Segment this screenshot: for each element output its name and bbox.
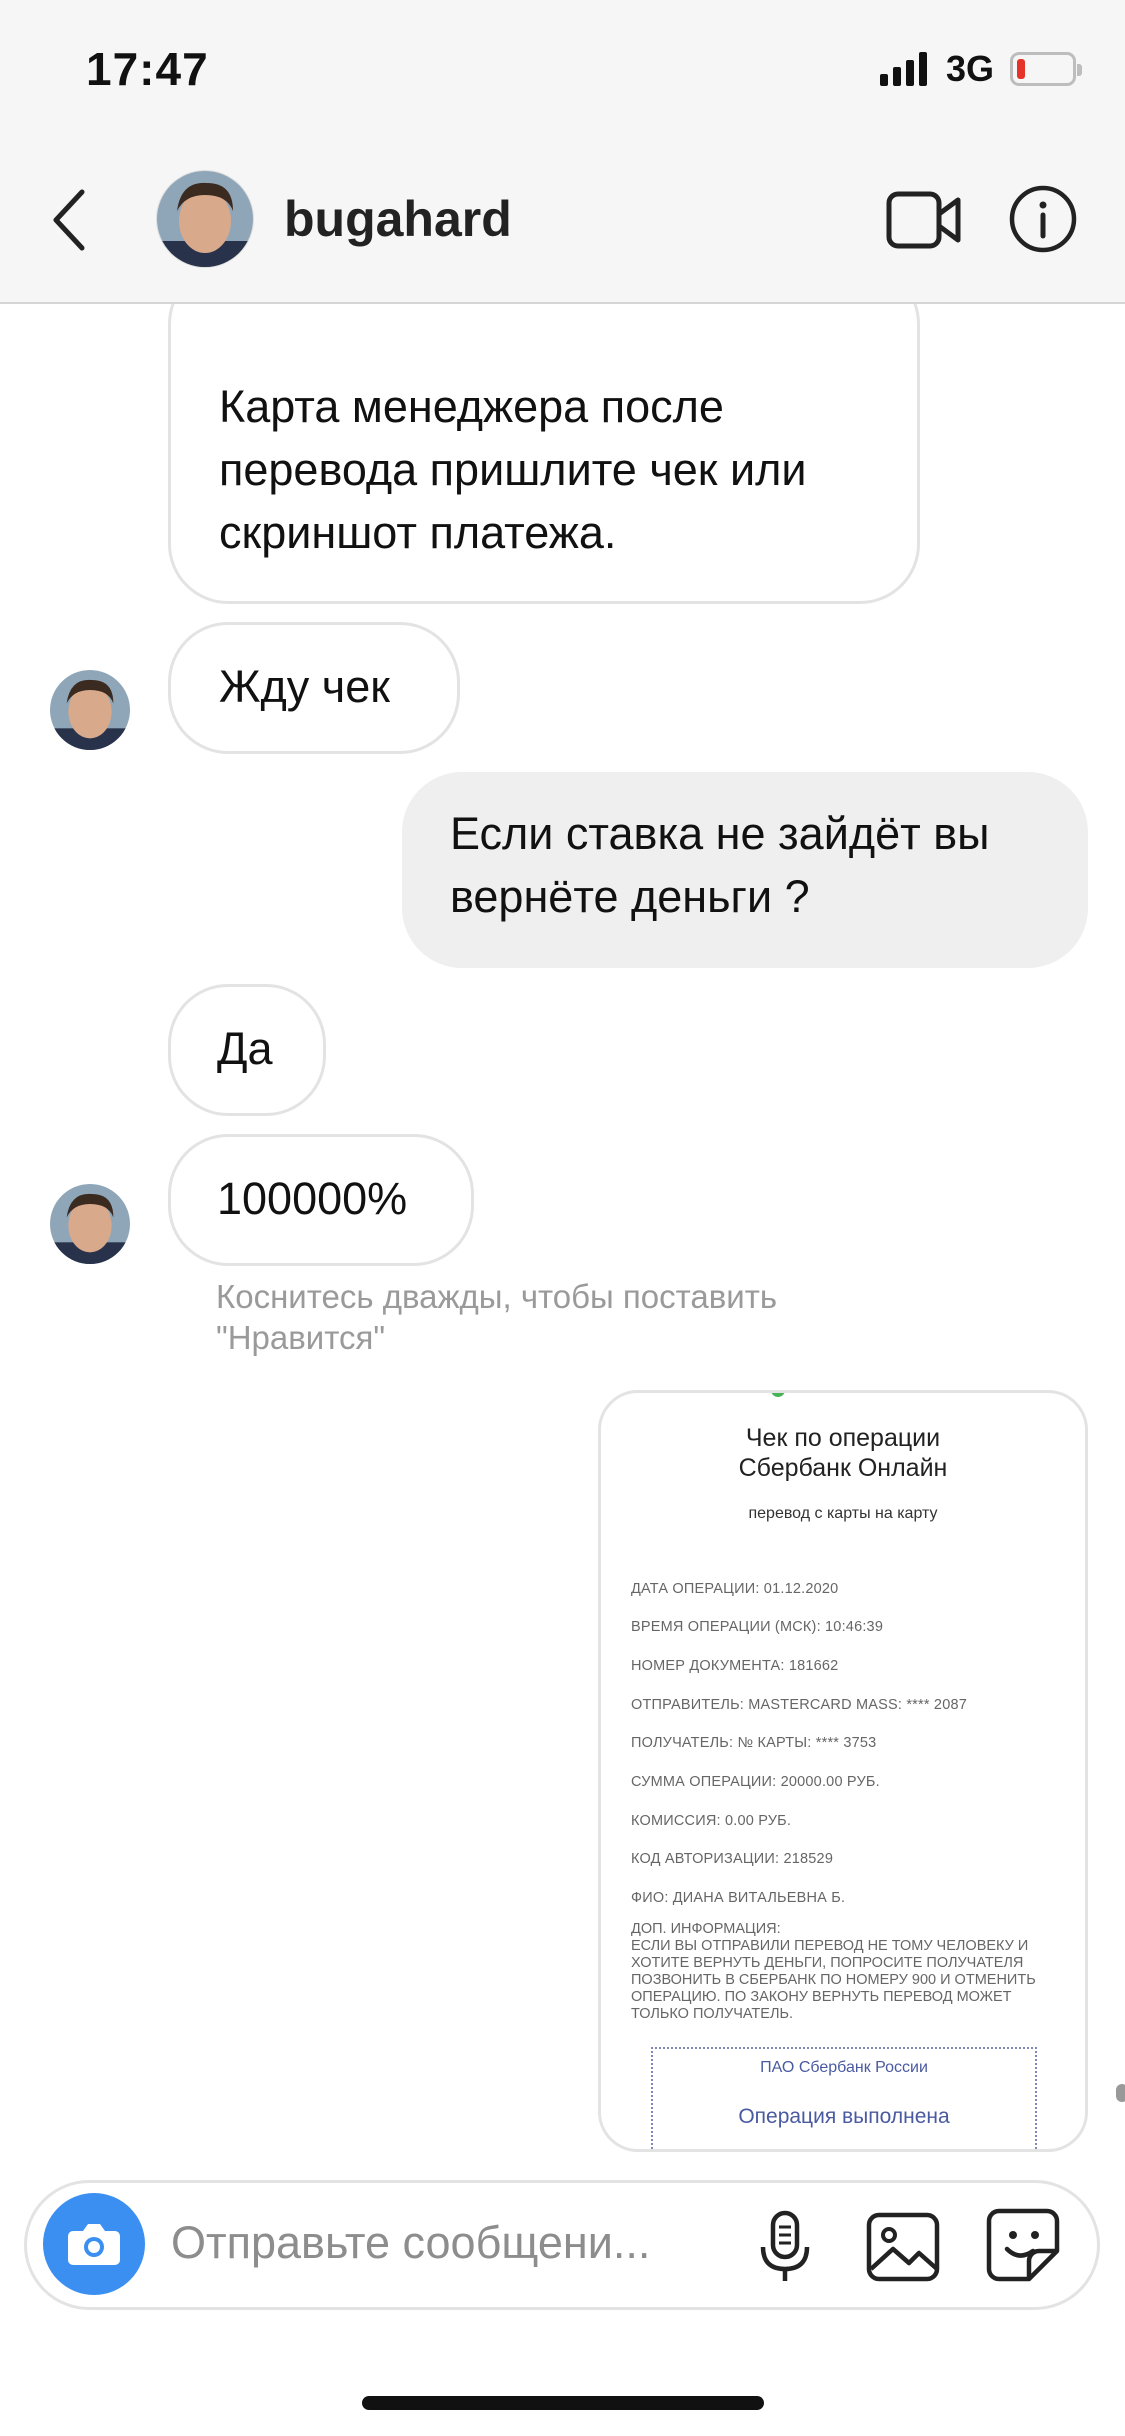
camera-icon	[68, 2224, 120, 2265]
message-bubble[interactable]: Карта менеджера после перевода пришлите …	[168, 304, 920, 604]
video-call-button[interactable]	[886, 188, 962, 252]
receipt-bank: ПАО Сбербанк России	[760, 2059, 928, 2076]
avatar[interactable]	[156, 170, 254, 268]
gallery-button[interactable]	[865, 2211, 941, 2283]
home-indicator[interactable]	[362, 2396, 764, 2410]
receipt-line: ДАТА ОПЕРАЦИИ: 01.12.2020	[631, 1581, 839, 1597]
top-bar: 17:47 3G bugahard	[0, 0, 1125, 304]
receipt-line: НОМЕР ДОКУМЕНТА: 181662	[631, 1658, 839, 1674]
receipt-status: Операция выполнена	[738, 2105, 950, 2128]
avatar-image	[157, 171, 253, 267]
avatar[interactable]	[50, 1184, 130, 1264]
receipt-note: ДОП. ИНФОРМАЦИЯ: ЕСЛИ ВЫ ОТПРАВИЛИ ПЕРЕВ…	[631, 1921, 1036, 2022]
network-type: 3G	[946, 48, 995, 89]
battery-icon	[1010, 52, 1082, 86]
sticker-button[interactable]	[985, 2207, 1061, 2283]
receipt-subtitle: перевод с карты на карту	[748, 1505, 938, 1522]
receipt-line: ВРЕМЯ ОПЕРАЦИИ (МСК): 10:46:39	[631, 1619, 884, 1635]
receipt-line: СУММА ОПЕРАЦИИ: 20000.00 РУБ.	[631, 1774, 880, 1790]
message-bubble[interactable]: Жду чек	[168, 622, 460, 754]
receipt-line: ОТПРАВИТЕЛЬ: MASTERCARD MASS: **** 2087	[631, 1697, 967, 1713]
message-bubble-outgoing[interactable]: Если ставка не зайдёт вы вернёте деньги …	[402, 772, 1088, 968]
message-bubble[interactable]: 100000%	[168, 1134, 474, 1266]
receipt-line: ПОЛУЧАТЕЛЬ: № КАРТЫ: **** 3753	[631, 1735, 877, 1751]
status-time: 17:47	[86, 43, 209, 95]
chevron-left-icon	[53, 189, 85, 251]
back-button[interactable]	[44, 180, 104, 260]
voice-message-button[interactable]	[755, 2207, 815, 2287]
message-composer	[24, 2180, 1100, 2310]
camera-button[interactable]	[43, 2193, 145, 2295]
chat-username[interactable]: bugahard	[284, 190, 512, 248]
receipt-stamp: ПАО Сбербанк России Операция выполнена	[651, 2047, 1037, 2149]
receipt-line: КОД АВТОРИЗАЦИИ: 218529	[631, 1851, 834, 1867]
sticker-icon	[986, 2208, 1060, 2282]
receipt-title-2: Сбербанк Онлайн	[738, 1454, 948, 1482]
info-icon	[1009, 185, 1077, 253]
message-list[interactable]: Карта менеджера после перевода пришлите …	[0, 304, 1125, 2156]
video-camera-icon	[886, 191, 961, 249]
image-icon	[866, 2212, 940, 2282]
microphone-icon	[760, 2210, 810, 2281]
like-hint: Коснитесь дважды, чтобы поставить "Нрави…	[216, 1278, 778, 1356]
avatar[interactable]	[50, 670, 130, 750]
message-input[interactable]	[171, 2211, 711, 2275]
info-button[interactable]	[1008, 184, 1078, 254]
message-bubble[interactable]: Да	[168, 984, 326, 1116]
receipt-line: КОМИССИЯ: 0.00 РУБ.	[631, 1813, 792, 1829]
receipt-line: ФИО: ДИАНА ВИТАЛЬЕВНА Б.	[631, 1890, 846, 1906]
signal-icon	[880, 52, 927, 86]
receipt-top-dot	[771, 1393, 785, 1397]
receipt-image[interactable]: Чек по операции Сбербанк Онлайн перевод …	[598, 1390, 1088, 2152]
scroll-indicator	[1116, 2084, 1125, 2102]
receipt-title-1: Чек по операции	[745, 1424, 941, 1452]
